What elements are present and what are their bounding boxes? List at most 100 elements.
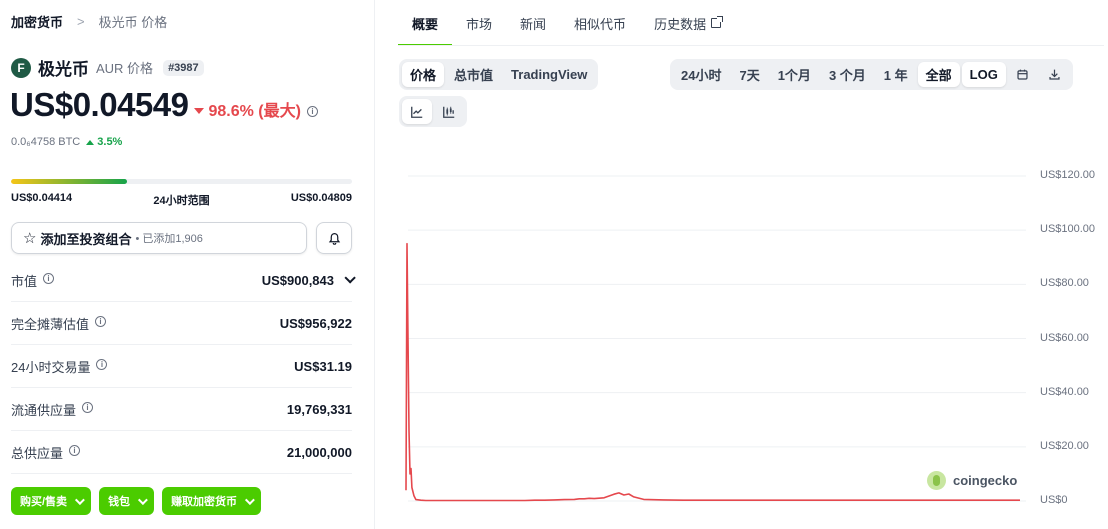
y-tick-label: US$40.00 <box>1040 385 1089 398</box>
current-price: US$0.04549 <box>10 86 189 123</box>
caret-down-icon <box>194 108 205 114</box>
stat-value: US$31.19 <box>294 358 352 374</box>
download-icon <box>1049 69 1060 80</box>
btc-change-value: 3.5% <box>97 136 123 148</box>
wallet-button[interactable]: 钱包 <box>99 487 155 515</box>
info-icon[interactable]: i <box>43 272 55 284</box>
wallet-label: 钱包 <box>108 496 131 508</box>
rank-badge: #3987 <box>163 59 204 76</box>
range-1m[interactable]: 1个月 <box>770 62 819 87</box>
price-series-line <box>405 242 1020 502</box>
coin-name: 极光币 <box>38 60 89 79</box>
range-1y[interactable]: 1 年 <box>876 62 916 87</box>
stat-row-circulating-supply: 流通供应量 i 19,769,331 <box>11 388 352 431</box>
tab-overview[interactable]: 概要 <box>398 0 453 46</box>
y-tick-label: US$100.00 <box>1040 223 1096 236</box>
toggle-tradingview[interactable]: TradingView <box>503 62 595 87</box>
external-link-icon <box>711 16 724 28</box>
info-icon[interactable]: i <box>82 401 94 413</box>
breadcrumb-separator: > <box>77 14 85 29</box>
calendar-button[interactable] <box>1008 62 1038 87</box>
earn-crypto-button[interactable]: 赚取加密货币 <box>162 487 262 515</box>
buy-sell-button[interactable]: 购买/售卖 <box>11 487 92 515</box>
info-icon[interactable]: i <box>69 444 81 456</box>
coin-header: F 极光币 AUR 价格 #3987 <box>11 55 204 80</box>
candlestick-icon <box>443 106 455 118</box>
24h-range-bar <box>11 179 352 184</box>
time-range-toggle: 24小时 7天 1个月 3 个月 1 年 全部 LOG <box>670 59 1073 90</box>
toggle-price[interactable]: 价格 <box>402 62 445 87</box>
caret-up-icon <box>86 139 95 145</box>
y-tick-label: US$60.00 <box>1040 331 1089 344</box>
line-chart-button[interactable] <box>402 99 432 124</box>
tab-similar-coins[interactable]: 相似代币 <box>560 0 640 46</box>
price-change: 98.6% (最大) <box>194 97 301 121</box>
tabs-underline <box>398 45 1104 46</box>
portfolio-added-count: • 已添加1,906 <box>135 233 203 245</box>
main-tabs: 概要 市场 新闻 相似代币 历史数据 <box>398 0 735 46</box>
y-tick-label: US$0 <box>1040 494 1068 506</box>
price-chart[interactable] <box>400 150 1030 515</box>
stat-label-text: 市值 <box>11 273 38 289</box>
range-7d[interactable]: 7天 <box>731 62 767 87</box>
info-icon[interactable]: i <box>96 358 108 370</box>
calendar-icon <box>1017 69 1028 80</box>
download-button[interactable] <box>1040 62 1070 87</box>
stat-label-text: 总供应量 <box>11 445 64 461</box>
add-to-portfolio-button[interactable]: ☆ 添加至投资组合 • 已添加1,906 <box>11 222 307 254</box>
toggle-market-cap[interactable]: 总市值 <box>446 62 501 87</box>
range-24h[interactable]: 24小时 <box>673 62 729 87</box>
range-label: 24小时范围 <box>153 195 210 207</box>
log-scale-toggle[interactable]: LOG <box>961 62 1006 87</box>
btc-price: 0.0₆4758 BTC <box>11 136 81 148</box>
stat-label-text: 24小时交易量 <box>11 359 91 375</box>
stat-label: 市值 i <box>11 271 55 290</box>
stats-table: 市值 i US$900,843 完全摊薄估值 i US$956,922 24小时交易… <box>11 259 356 474</box>
range-3m[interactable]: 3 个月 <box>821 62 874 87</box>
breadcrumb: 加密货币 > 极光币 价格 <box>11 12 167 31</box>
breadcrumb-current: 极光币 价格 <box>98 15 168 30</box>
y-tick-label: US$120.00 <box>1040 169 1096 181</box>
btc-price-row: 0.0₆4758 BTC 3.5% <box>11 136 122 148</box>
info-icon[interactable]: i <box>306 106 318 117</box>
range-high: US$0.04809 <box>290 192 352 204</box>
stat-value: 19,769,331 <box>286 401 352 417</box>
stat-row-total-supply: 总供应量 i 21,000,000 <box>11 431 352 474</box>
breadcrumb-root-link[interactable]: 加密货币 <box>11 12 63 31</box>
stat-row-24h-volume: 24小时交易量 i US$31.19 <box>11 345 352 388</box>
tab-historical-data-label: 历史数据 <box>654 16 707 32</box>
buy-sell-label: 购买/售卖 <box>20 496 68 508</box>
price-alert-button[interactable] <box>316 222 352 254</box>
panel-divider <box>374 0 375 529</box>
chevron-down-icon <box>344 272 356 284</box>
range-low: US$0.04414 <box>11 192 73 204</box>
coin-logo-icon: F <box>11 57 31 78</box>
stat-label-text: 完全摊薄估值 <box>11 316 90 332</box>
stat-value: US$956,922 <box>279 315 352 331</box>
tab-news[interactable]: 新闻 <box>506 0 560 46</box>
coingecko-logo-icon <box>927 471 946 490</box>
chevron-down-icon <box>138 494 148 505</box>
stat-label: 流通供应量 i <box>11 400 94 419</box>
stat-label: 完全摊薄估值 i <box>11 314 107 333</box>
range-all[interactable]: 全部 <box>917 62 960 87</box>
tab-markets[interactable]: 市场 <box>452 0 506 46</box>
tab-historical-data[interactable]: 历史数据 <box>640 0 735 46</box>
stat-row-fdv: 完全摊薄估值 i US$956,922 <box>11 302 352 345</box>
coin-info-panel: 加密货币 > 极光币 价格 F 极光币 AUR 价格 #3987 US$0.04… <box>0 0 364 529</box>
add-to-portfolio-label: 添加至投资组合 <box>40 231 132 247</box>
info-icon[interactable]: i <box>95 315 107 327</box>
price-row: US$0.04549 98.6% (最大) i <box>10 86 318 124</box>
stat-value[interactable]: US$900,843 <box>262 272 356 288</box>
coin-symbol-label: AUR 价格 <box>96 61 154 76</box>
y-tick-label: US$80.00 <box>1040 277 1089 290</box>
stat-row-market-cap: 市值 i US$900,843 <box>11 259 356 302</box>
watermark-text: coingecko <box>953 473 1018 488</box>
y-tick-label: US$20.00 <box>1040 439 1089 452</box>
stat-label: 24小时交易量 i <box>11 357 108 376</box>
bell-icon <box>328 232 340 245</box>
action-buttons: 购买/售卖 钱包 赚取加密货币 <box>11 487 262 515</box>
24h-range-fill <box>11 179 127 184</box>
candlestick-chart-button[interactable] <box>434 99 464 124</box>
chevron-down-icon <box>245 494 255 505</box>
